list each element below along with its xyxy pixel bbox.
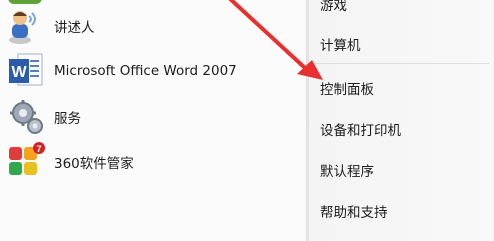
system-link-label: 帮助和支持: [320, 205, 388, 221]
system-link-games[interactable]: 游戏: [320, 0, 490, 18]
system-link-label: 控制面板: [320, 82, 374, 98]
svg-text:W: W: [11, 64, 27, 81]
program-item-narrator[interactable]: 讲述人: [6, 6, 298, 46]
system-link-label: 游戏: [320, 0, 347, 14]
program-label: 讲述人: [54, 20, 95, 36]
system-link-computer[interactable]: 计算机: [320, 30, 490, 58]
notification-badge: 7: [36, 144, 41, 154]
narrator-icon: [6, 6, 48, 46]
system-link-label: 默认程序: [320, 164, 374, 180]
separator: [314, 63, 489, 64]
program-item-word-2007[interactable]: W Microsoft Office Word 2007: [6, 51, 298, 91]
partial-program-icon: [8, 0, 42, 4]
program-label: Microsoft Office Word 2007: [54, 63, 237, 79]
services-icon: [6, 97, 48, 137]
system-link-devices-and-printers[interactable]: 设备和打印机: [320, 115, 490, 143]
360-software-manager-icon: 7: [6, 142, 48, 182]
system-link-label: 设备和打印机: [320, 123, 401, 139]
system-link-help-and-support[interactable]: 帮助和支持: [320, 197, 490, 225]
word-icon: W: [6, 51, 48, 91]
system-link-default-programs[interactable]: 默认程序: [320, 156, 490, 184]
system-link-control-panel[interactable]: 控制面板: [320, 74, 490, 102]
program-item-360-software-manager[interactable]: 7 360软件管家: [6, 142, 298, 182]
program-label: 360软件管家: [54, 156, 134, 172]
system-link-label: 计算机: [320, 38, 361, 54]
program-item-services[interactable]: 服务: [6, 97, 298, 137]
program-label: 服务: [54, 111, 81, 127]
